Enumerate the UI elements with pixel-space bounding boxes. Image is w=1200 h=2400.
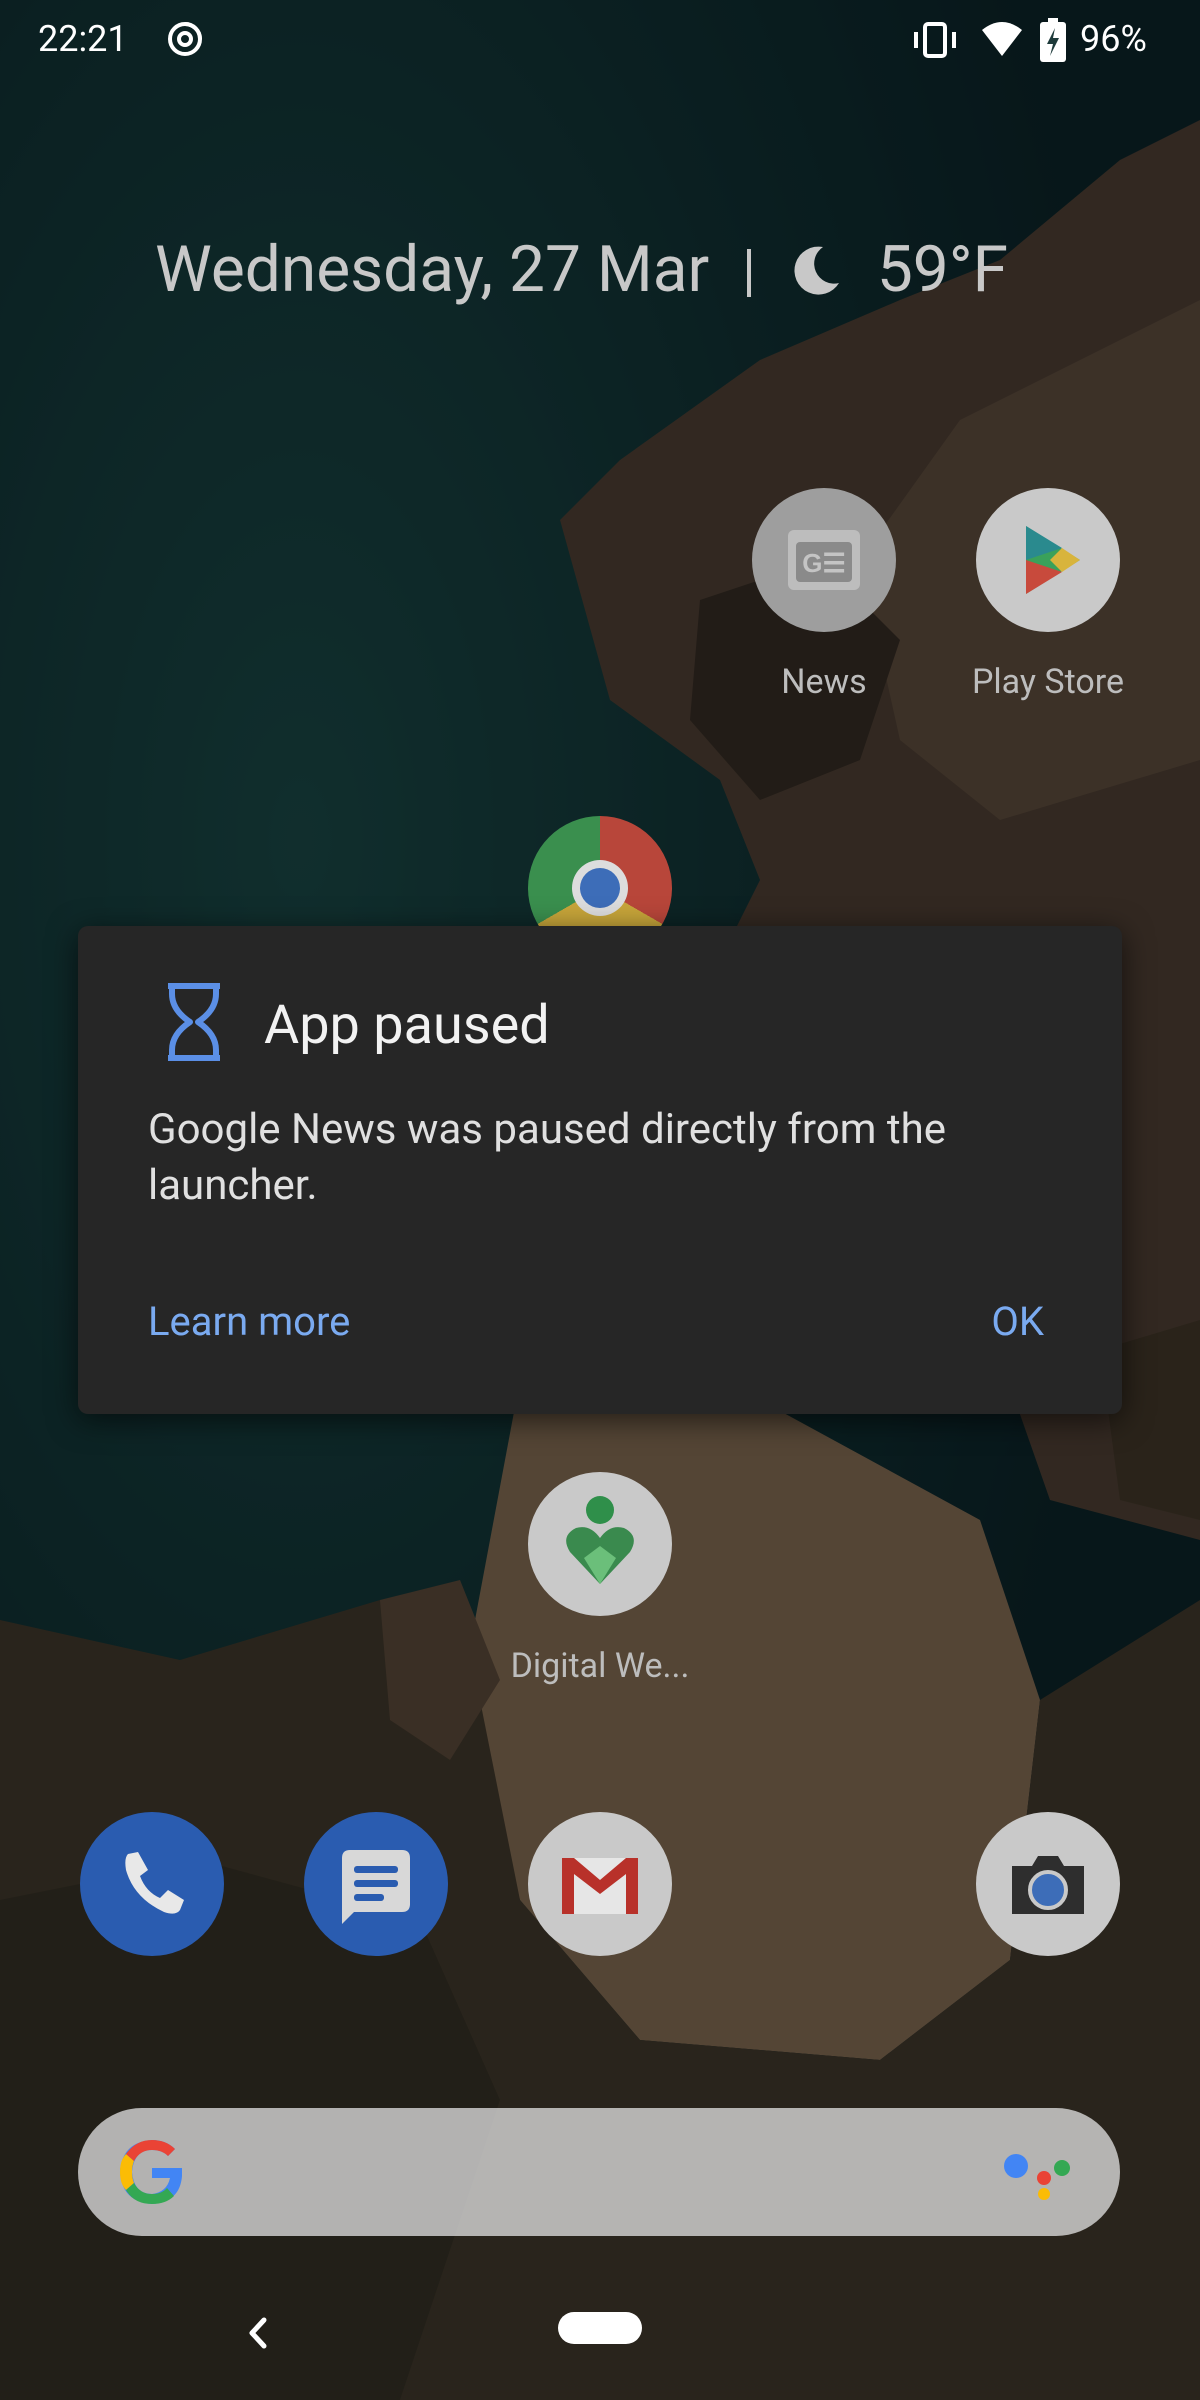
app-paused-dialog: App paused Google News was paused direct… <box>78 926 1122 1414</box>
home-pill[interactable] <box>558 2312 642 2344</box>
camera-icon <box>976 1812 1120 1956</box>
google-g-icon <box>120 2140 182 2204</box>
back-icon[interactable] <box>238 2308 278 2358</box>
ok-button[interactable]: OK <box>991 1298 1044 1345</box>
digital-wellbeing-icon <box>528 1472 672 1616</box>
app-news[interactable]: G☰ News <box>724 488 924 702</box>
phone-icon <box>80 1812 224 1956</box>
dock-phone[interactable] <box>52 1812 252 1956</box>
play-store-icon <box>976 488 1120 632</box>
messages-icon <box>304 1812 448 1956</box>
learn-more-button[interactable]: Learn more <box>148 1298 350 1345</box>
app-label-play-store: Play Store <box>971 662 1125 702</box>
glance-date[interactable]: Wednesday, 27 Mar <box>155 232 709 307</box>
dialog-title: App paused <box>264 994 550 1057</box>
vibrate-icon <box>914 22 956 58</box>
gmail-icon <box>528 1812 672 1956</box>
dock-messages[interactable] <box>276 1812 476 1956</box>
glance-temperature[interactable]: 59°F <box>877 232 1008 307</box>
battery-icon <box>1040 18 1066 62</box>
app-digital-wellbeing[interactable]: Digital We... <box>500 1472 700 1686</box>
app-play-store[interactable]: Play Store <box>948 488 1148 702</box>
moon-icon <box>794 246 839 295</box>
assistant-icon[interactable] <box>998 2144 1078 2200</box>
dock-camera[interactable] <box>948 1812 1148 1956</box>
home-screen: 22:21 96% Wednesday, 27 Mar 59°F G☰ News… <box>0 0 1200 2400</box>
app-label-digital-wellbeing: Digital We... <box>510 1646 690 1686</box>
battery-percent: 96% <box>1080 18 1147 60</box>
google-search-bar[interactable] <box>78 2108 1120 2236</box>
dnd-icon <box>168 22 202 56</box>
wifi-icon <box>982 22 1022 56</box>
at-a-glance[interactable]: Wednesday, 27 Mar 59°F <box>155 232 1008 307</box>
hourglass-icon <box>168 983 220 1061</box>
app-label-news: News <box>781 662 867 702</box>
status-bar: 22:21 96% <box>0 0 1200 84</box>
svg-text:G☰: G☰ <box>802 548 846 578</box>
news-icon: G☰ <box>752 488 896 632</box>
dialog-message: Google News was paused directly from the… <box>148 1105 947 1210</box>
glance-divider <box>747 249 752 297</box>
status-time: 22:21 <box>38 18 128 60</box>
dock-gmail[interactable] <box>500 1812 700 1956</box>
